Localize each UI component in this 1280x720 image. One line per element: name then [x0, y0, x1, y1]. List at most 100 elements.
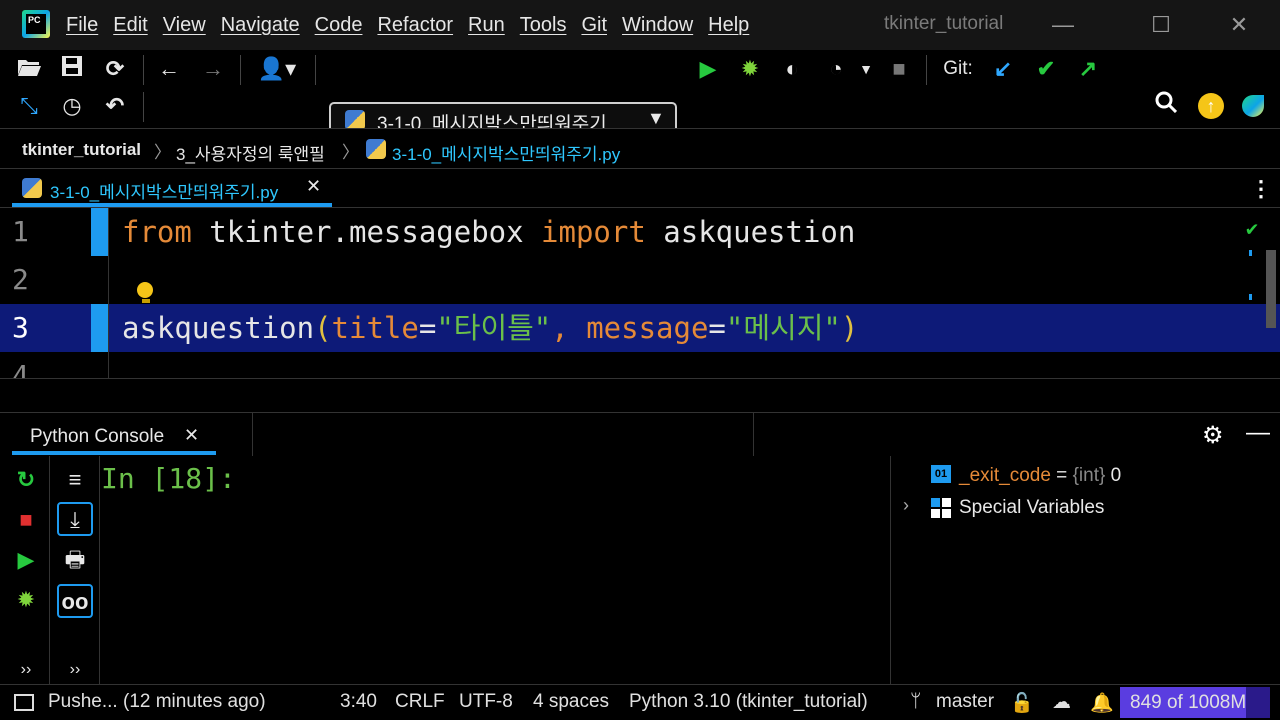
breadcrumb-folder[interactable]: 3_사용자정의 룩앤필: [176, 140, 325, 165]
tab-python-console[interactable]: Python Console ✕: [12, 413, 216, 455]
inspection-ok-icon[interactable]: ✔: [1246, 216, 1258, 240]
menu-edit[interactable]: Edit: [113, 14, 147, 37]
variable-row[interactable]: › Special Variables: [891, 494, 1280, 524]
run-icon[interactable]: ▶: [693, 54, 723, 84]
code-line-1: 1 from tkinter.messagebox import askques…: [0, 208, 1280, 256]
git-rollback-icon[interactable]: ⤡: [14, 91, 44, 121]
services-icon[interactable]: ☁: [1052, 691, 1071, 714]
jetbrains-toolbox-icon[interactable]: [1238, 91, 1268, 121]
line-number: 4: [12, 359, 29, 378]
breadcrumb-file[interactable]: 3-1-0_메시지박스만띄워주기.py: [392, 140, 620, 165]
console-prompt[interactable]: In [18]:: [101, 462, 236, 495]
status-caret-position[interactable]: 3:40: [340, 691, 377, 713]
status-encoding[interactable]: UTF-8: [459, 691, 513, 713]
maximize-icon[interactable]: ☐: [1146, 10, 1176, 40]
python-file-icon: [345, 110, 365, 130]
debug-bug-icon[interactable]: ✹: [735, 54, 765, 84]
more-options-icon[interactable]: ⋮: [1250, 175, 1272, 203]
menu-help[interactable]: Help: [708, 14, 749, 37]
chevron-down-icon: ▼: [647, 108, 665, 128]
breadcrumb-separator-icon: 〉: [342, 143, 359, 162]
breadcrumb-project[interactable]: tkinter_tutorial: [22, 140, 141, 160]
menu-tools[interactable]: Tools: [520, 14, 567, 37]
editor-scrollbar[interactable]: [1266, 250, 1276, 328]
tab-active-file[interactable]: 3-1-0_메시지박스만띄워주기.py ✕: [12, 169, 332, 207]
open-folder-icon[interactable]: [14, 55, 44, 85]
menu-file[interactable]: File: [66, 14, 98, 37]
vcs-change-marker[interactable]: [91, 304, 109, 352]
notifications-bell-icon[interactable]: 🔔: [1090, 691, 1114, 715]
search-icon[interactable]: [1151, 91, 1181, 121]
more-actions-icon[interactable]: ››: [8, 654, 44, 686]
coverage-icon[interactable]: ◐: [777, 54, 807, 84]
menu-code[interactable]: Code: [315, 14, 363, 37]
hide-panel-icon[interactable]: —: [1246, 419, 1270, 447]
console-tab-label: Python Console: [30, 426, 165, 447]
code-line-3: 3 askquestion(title="타이틀", message="메시지"…: [0, 304, 1280, 352]
forward-arrow-icon[interactable]: →: [198, 54, 228, 84]
menu-window[interactable]: Window: [622, 14, 693, 37]
user-dropdown-icon[interactable]: 👤▾: [252, 54, 302, 84]
git-label: Git:: [943, 58, 973, 79]
memory-label: 849 of 1008M: [1130, 692, 1247, 713]
app-logo-icon[interactable]: PC: [22, 10, 50, 38]
editor-tabs: 3-1-0_메시지박스만띄워주기.py ✕ ⋮: [0, 168, 1280, 208]
profile-icon[interactable]: ◔: [819, 54, 853, 84]
variable-row[interactable]: 01 _exit_code = {int} 0: [891, 462, 1280, 492]
show-variables-icon[interactable]: oo: [57, 584, 93, 618]
minimize-icon[interactable]: —: [1048, 10, 1078, 40]
tab-close-icon[interactable]: ✕: [306, 176, 321, 197]
more-run-chevron-icon[interactable]: ▼: [856, 54, 876, 84]
debug-console-icon[interactable]: ✹: [8, 584, 44, 616]
breadcrumb-separator-icon: 〉: [154, 143, 171, 162]
lightbulb-icon[interactable]: [137, 282, 155, 304]
panel-splitter[interactable]: [0, 378, 1280, 412]
history-clock-icon[interactable]: ◷: [57, 91, 87, 121]
lock-icon[interactable]: 🔓: [1010, 691, 1034, 715]
undo-icon[interactable]: ↶: [100, 91, 130, 121]
status-line-separator[interactable]: CRLF: [395, 691, 445, 713]
close-window-icon[interactable]: ✕: [1224, 10, 1254, 40]
expand-chevron-icon[interactable]: ›: [903, 495, 909, 516]
window-title: tkinter_tutorial: [884, 13, 1004, 34]
save-icon[interactable]: [57, 55, 87, 85]
menu-bar: File Edit View Navigate Code Refactor Ru…: [66, 0, 764, 50]
scroll-to-end-icon[interactable]: ⤓: [57, 502, 93, 536]
status-indent[interactable]: 4 spaces: [533, 691, 609, 713]
code-line-2: 2: [0, 256, 1280, 304]
status-push[interactable]: Pushe... (12 minutes ago): [48, 691, 266, 713]
more-actions-icon[interactable]: ››: [57, 654, 93, 686]
variables-panel: 01 _exit_code = {int} 0 › Special Variab…: [891, 456, 1280, 684]
special-variables-label: Special Variables: [959, 497, 1105, 518]
toggle-tool-windows-icon[interactable]: [14, 694, 34, 711]
python-console: ↻ ■ ▶ ✹ ›› ≡ ⤓ 🖶 oo ›› In [18]: 01 _exit…: [0, 456, 1280, 684]
update-icon[interactable]: ↑: [1196, 91, 1226, 121]
menu-view[interactable]: View: [163, 14, 206, 37]
sync-icon[interactable]: ⟳: [100, 54, 130, 84]
status-interpreter[interactable]: Python 3.10 (tkinter_tutorial): [629, 691, 868, 713]
git-commit-icon[interactable]: ✔: [1033, 54, 1059, 84]
menu-refactor[interactable]: Refactor: [377, 14, 453, 37]
back-arrow-icon[interactable]: ←: [154, 54, 184, 84]
code-editor[interactable]: 1 from tkinter.messagebox import askques…: [0, 208, 1280, 378]
memory-indicator[interactable]: 849 of 1008M: [1120, 687, 1270, 718]
title-bar: PC File Edit View Navigate Code Refactor…: [0, 0, 1280, 50]
status-bar: Pushe... (12 minutes ago) 3:40 CRLF UTF-…: [0, 684, 1280, 720]
git-update-icon[interactable]: ↙: [990, 54, 1016, 84]
stop-icon[interactable]: ■: [886, 54, 912, 84]
git-push-icon[interactable]: ↗: [1075, 54, 1101, 84]
main-toolbar: ⟳ ← → 👤▾ 3-1-0_메시지박스만띄워주기 ▼ ▶ ✹ ◐ ◔ ▼ ■ …: [0, 50, 1280, 136]
menu-run[interactable]: Run: [468, 14, 505, 37]
rerun-icon[interactable]: ↻: [8, 464, 44, 496]
soft-wrap-icon[interactable]: ≡: [57, 464, 93, 496]
print-icon[interactable]: 🖶: [57, 544, 93, 576]
vcs-change-marker[interactable]: [91, 208, 109, 256]
status-branch[interactable]: master: [936, 691, 994, 713]
menu-git[interactable]: Git: [581, 14, 607, 37]
execute-icon[interactable]: ▶: [8, 544, 44, 576]
menu-navigate[interactable]: Navigate: [221, 14, 300, 37]
line-number: 3: [12, 311, 29, 344]
settings-gear-icon[interactable]: ⚙: [1202, 421, 1224, 450]
console-tab-close-icon[interactable]: ✕: [184, 425, 199, 446]
stop-console-icon[interactable]: ■: [8, 504, 44, 536]
